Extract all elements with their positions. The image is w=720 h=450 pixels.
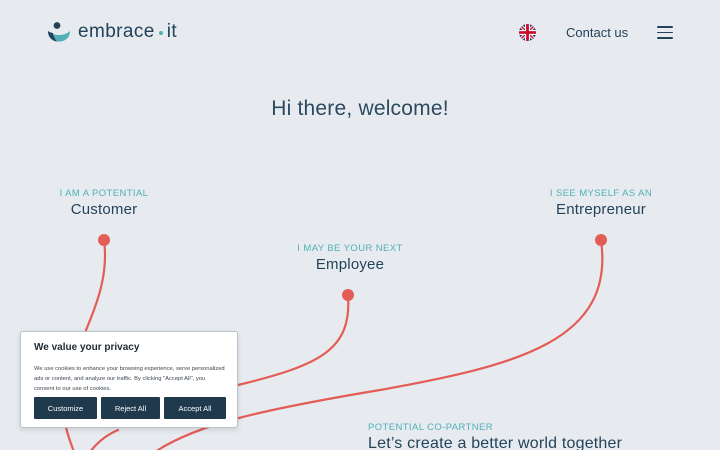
customer-dot xyxy=(98,234,110,246)
persona-employee-kicker: I MAY BE YOUR NEXT xyxy=(297,243,403,254)
entrepreneur-dot xyxy=(595,234,607,246)
persona-entrepreneur-link[interactable]: I SEE MYSELF AS AN Entrepreneur xyxy=(541,188,661,218)
cookie-description: We use cookies to enhance your browsing … xyxy=(34,366,225,392)
persona-copartner-kicker: POTENTIAL CO-PARTNER xyxy=(368,422,494,433)
persona-entrepreneur-title: Entrepreneur xyxy=(556,201,646,218)
copartner-path-line xyxy=(90,428,120,450)
persona-employee-link[interactable]: I MAY BE YOUR NEXT Employee xyxy=(290,243,410,273)
page: embrace it Contact us Hi there, welcome!… xyxy=(0,0,720,450)
employee-path-line xyxy=(236,293,350,387)
hamburger-menu-icon[interactable] xyxy=(657,26,673,39)
cookie-title: We value your privacy xyxy=(34,342,140,353)
persona-customer-title: Customer xyxy=(70,201,138,218)
logo-text: embrace it xyxy=(78,21,177,43)
logo-text-left: embrace xyxy=(78,21,155,42)
customize-button[interactable]: Customize xyxy=(34,397,97,419)
logo-link[interactable]: embrace it xyxy=(46,21,177,43)
embrace-logo-icon xyxy=(48,22,70,42)
cookie-button-group: Customize Reject All Accept All xyxy=(34,397,226,419)
persona-customer-kicker: I AM A POTENTIAL xyxy=(59,188,149,199)
persona-copartner-title: Let’s create a better world together xyxy=(368,435,623,450)
persona-customer-link[interactable]: I AM A POTENTIAL Customer xyxy=(44,188,164,218)
persona-copartner-link[interactable]: POTENTIAL CO-PARTNER Let’s create a bett… xyxy=(368,422,622,450)
welcome-heading: Hi there, welcome! xyxy=(271,97,449,120)
accept-all-button[interactable]: Accept All xyxy=(164,397,226,419)
contact-us-link[interactable]: Contact us xyxy=(566,25,628,40)
persona-entrepreneur-kicker: I SEE MYSELF AS AN xyxy=(549,188,653,199)
logo-separator-dot xyxy=(158,31,163,35)
logo-text-right: it xyxy=(166,21,178,42)
reject-all-button[interactable]: Reject All xyxy=(101,397,160,419)
cookie-consent-banner: We value your privacy We use cookies to … xyxy=(20,331,238,428)
employee-dot xyxy=(342,289,354,301)
uk-flag-icon[interactable] xyxy=(519,24,536,41)
persona-employee-title: Employee xyxy=(315,256,385,273)
